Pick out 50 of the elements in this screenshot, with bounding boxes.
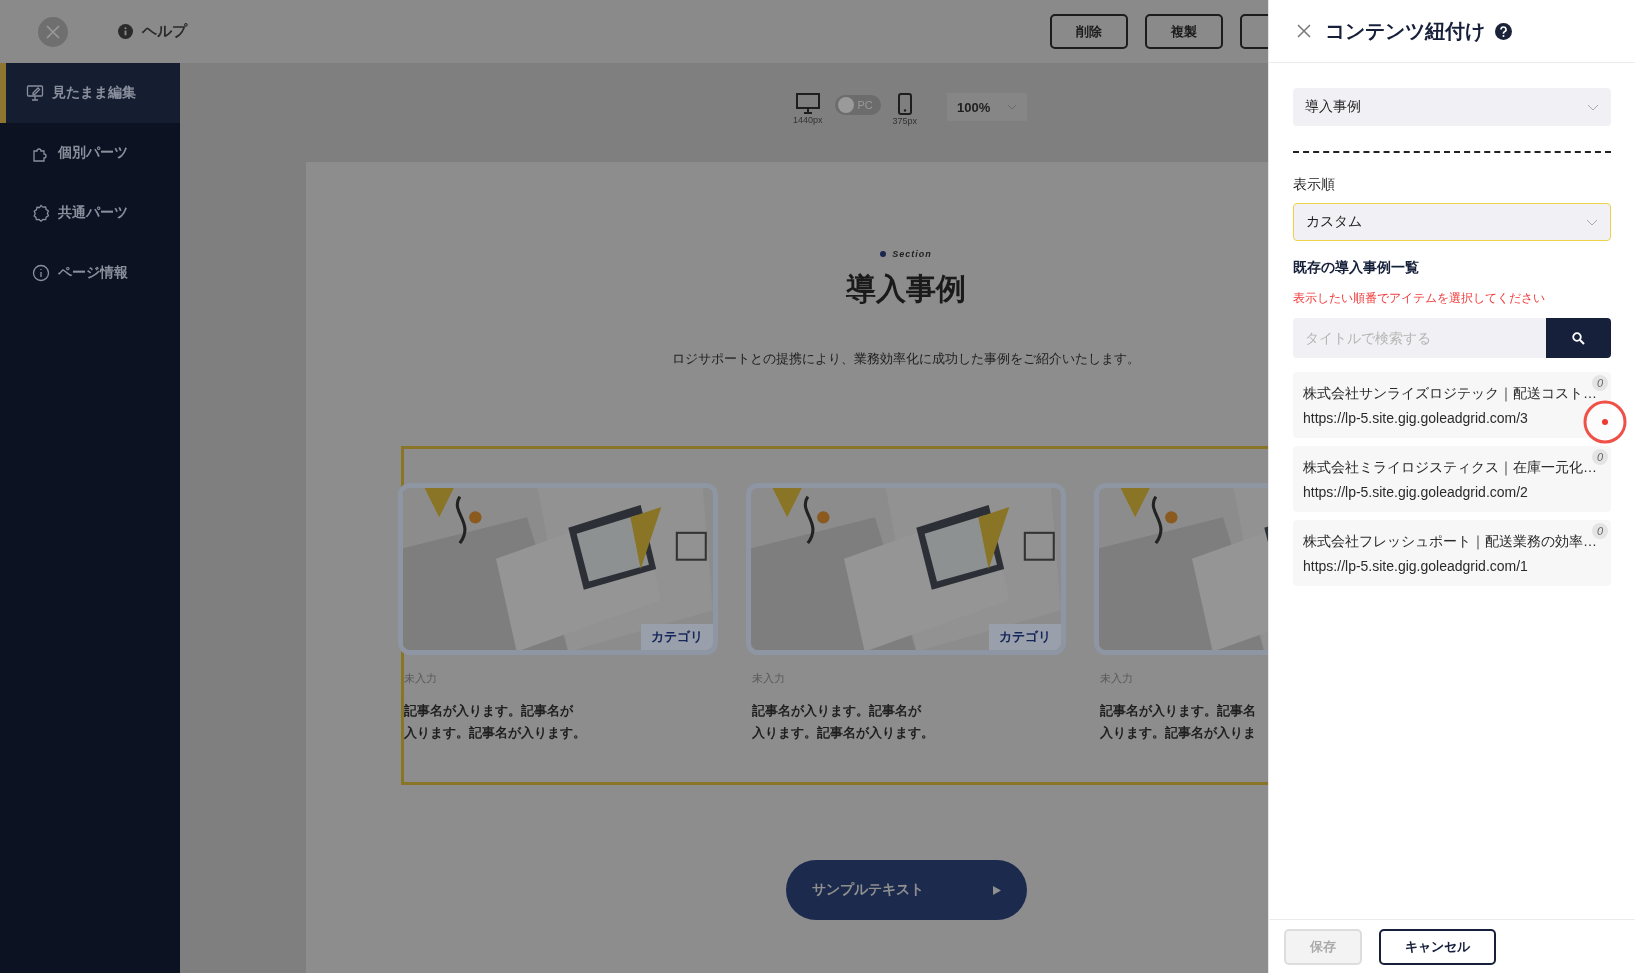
cta-button[interactable]: サンプルテキスト — [785, 860, 1027, 920]
list-item[interactable]: 株式会社ミライロジスティクス｜在庫一元化… https://lp-5.site.gig.goleadgrid.com/2 0 — [1293, 446, 1611, 512]
monitor-edit-icon — [26, 84, 44, 102]
card-title: 記事名が入ります。記事名が 入ります。記事名が入ります。 — [403, 702, 586, 742]
search-icon — [1572, 331, 1585, 345]
field-label: 表示順 — [1293, 176, 1336, 194]
phone-icon[interactable] — [897, 93, 912, 115]
search-field[interactable]: タイトルで検索する — [1293, 318, 1546, 358]
width-label: 1440px — [793, 115, 823, 125]
help-icon[interactable] — [1495, 22, 1512, 40]
hint-text: 表示したい順番でアイテムを選択してください — [1293, 290, 1546, 307]
sidebar-item[interactable]: 見たまま編集 — [0, 63, 180, 123]
sidebar-item[interactable]: 個別パーツ — [0, 123, 180, 183]
help-link[interactable]: ヘルプ — [142, 22, 187, 41]
section-description: ロジサポートとの提携により、業務効率化に成功した事例をご紹介いたします。 — [672, 350, 1140, 368]
toolbar-button[interactable]: 複製 — [1145, 14, 1223, 49]
toolbar-button[interactable]: 削除 — [1050, 14, 1128, 49]
category-tag: カテゴリ — [641, 624, 713, 650]
section-label: Section — [880, 249, 932, 259]
width-label: 375px — [892, 116, 918, 126]
panel-title: コンテンツ紐付け — [1325, 18, 1485, 44]
card-title: 記事名が入ります。記事名が 入ります。記事名が入ります。 — [751, 702, 934, 742]
category-tag: カテゴリ — [989, 624, 1061, 650]
close-icon[interactable] — [1297, 24, 1311, 38]
badge-icon — [32, 204, 50, 222]
sidebar-item[interactable]: ページ情報 — [0, 243, 180, 303]
count-badge: 0 — [1592, 449, 1608, 465]
order-select[interactable]: カスタム — [1293, 203, 1611, 241]
play-icon — [992, 885, 1001, 895]
desktop-icon[interactable] — [795, 93, 820, 114]
card-image[interactable]: カテゴリ — [398, 483, 718, 655]
card-image[interactable]: カテゴリ — [746, 483, 1066, 655]
zoom-select[interactable]: 100% — [947, 93, 1028, 121]
info-icon — [118, 24, 133, 39]
count-badge: 0 — [1592, 375, 1608, 391]
section-title: 導入事例 — [846, 271, 966, 307]
touch-indicator-icon — [1582, 399, 1628, 445]
chevron-down-icon — [1587, 103, 1599, 111]
chevron-down-icon — [1586, 218, 1598, 226]
list-title: 既存の導入事例一覧 — [1293, 259, 1420, 277]
sidebar-item[interactable]: 共通パーツ — [0, 183, 180, 243]
info-icon — [32, 264, 50, 282]
search-button[interactable] — [1546, 318, 1611, 358]
chevron-down-icon — [1007, 104, 1018, 110]
card-title: 記事名が入ります。記事名 入ります。記事名が入りま — [1099, 702, 1256, 742]
list-item[interactable]: 株式会社フレッシュポート｜配送業務の効率… https://lp-5.site.gig.goleadgrid.com/1 0 — [1293, 520, 1611, 586]
count-badge: 0 — [1592, 523, 1608, 539]
content-type-select[interactable]: 導入事例 — [1293, 88, 1611, 126]
list-item[interactable]: 株式会社サンライズロジテック｜配送コスト… https://lp-5.site.gig.goleadgrid.com/3 0 — [1293, 372, 1611, 438]
cancel-button[interactable]: キャンセル — [1379, 928, 1496, 965]
